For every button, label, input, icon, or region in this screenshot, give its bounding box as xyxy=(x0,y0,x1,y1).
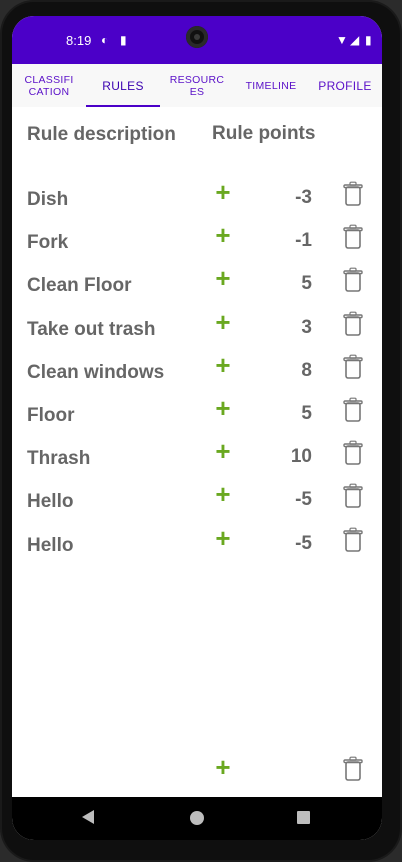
rule-points[interactable]: 8 xyxy=(252,360,312,382)
rule-description[interactable]: Hello xyxy=(27,535,73,557)
tab-profile-label: PROFILE xyxy=(318,78,372,93)
rule-points[interactable]: -1 xyxy=(252,230,312,252)
delete-rule-button[interactable] xyxy=(342,397,364,423)
delete-rule-button[interactable] xyxy=(342,483,364,509)
recents-icon[interactable] xyxy=(297,811,310,824)
rule-description[interactable]: Clean Floor xyxy=(27,275,132,297)
tab-classification-label: CLASSIFI CATION xyxy=(24,73,74,98)
add-points-button[interactable]: + xyxy=(212,438,234,464)
add-points-button[interactable]: + xyxy=(212,309,234,335)
rule-points[interactable]: -3 xyxy=(252,187,312,209)
rule-description[interactable]: Dish xyxy=(27,189,68,211)
delete-rule-button[interactable] xyxy=(342,267,364,293)
add-points-button[interactable]: + xyxy=(212,265,234,291)
rule-points[interactable]: -5 xyxy=(252,533,312,555)
trash-icon xyxy=(343,756,363,781)
rule-points[interactable]: 5 xyxy=(252,273,312,295)
rule-description[interactable]: Floor xyxy=(27,405,75,427)
back-icon[interactable] xyxy=(82,810,94,824)
rule-points[interactable]: 10 xyxy=(252,446,312,468)
device-frame: 8:19 ◐ ▮ ▼ ◢ ▮ CLASSIFI CATION RULES RES… xyxy=(0,0,402,862)
trash-icon xyxy=(343,354,363,379)
add-points-button[interactable]: + xyxy=(212,352,234,378)
sd-card-icon: ▮ xyxy=(120,33,127,47)
add-points-button[interactable]: + xyxy=(212,179,234,205)
tab-bar: CLASSIFI CATION RULES RESOURC ES TIMELIN… xyxy=(12,64,382,107)
tab-resources-label: RESOURC ES xyxy=(169,73,225,98)
tab-profile[interactable]: PROFILE xyxy=(308,64,382,107)
status-bar: 8:19 ◐ ▮ ▼ ◢ ▮ xyxy=(12,16,382,64)
delete-rule-button[interactable] xyxy=(342,527,364,553)
rule-points[interactable]: 5 xyxy=(252,403,312,425)
delete-rule-button[interactable] xyxy=(342,224,364,250)
trash-icon xyxy=(343,311,363,336)
delete-rule-button[interactable] xyxy=(342,440,364,466)
tab-rules-label: RULES xyxy=(102,78,144,93)
screen: 8:19 ◐ ▮ ▼ ◢ ▮ CLASSIFI CATION RULES RES… xyxy=(12,16,382,840)
add-points-button[interactable]: + xyxy=(212,525,234,551)
signal-icon: ◢ xyxy=(350,33,360,47)
delete-rule-button[interactable] xyxy=(342,354,364,380)
rule-points[interactable]: -5 xyxy=(252,489,312,511)
column-header-description: Rule description xyxy=(27,124,176,145)
column-header-points: Rule points xyxy=(212,123,316,144)
home-icon[interactable] xyxy=(190,811,204,825)
rule-row: Thrash +10 xyxy=(12,438,382,480)
trash-icon xyxy=(343,440,363,465)
trash-icon xyxy=(343,224,363,249)
tab-rules[interactable]: RULES xyxy=(86,64,160,107)
data-saver-icon: ◐ xyxy=(101,33,109,47)
rule-row: Clean Floor +5 xyxy=(12,265,382,307)
rule-description[interactable]: Fork xyxy=(27,232,68,254)
tab-resources[interactable]: RESOURC ES xyxy=(160,64,234,107)
trash-icon xyxy=(343,483,363,509)
rule-description[interactable]: Hello xyxy=(27,491,73,513)
battery-icon: ▮ xyxy=(365,33,372,47)
add-points-button[interactable]: + xyxy=(212,481,234,507)
tab-timeline[interactable]: TIMELINE xyxy=(234,64,308,107)
trash-icon xyxy=(343,527,363,552)
trash-icon xyxy=(343,267,363,293)
rule-row: Floor +5 xyxy=(12,395,382,437)
status-time: 8:19 xyxy=(66,33,92,48)
trash-icon xyxy=(343,397,363,422)
rule-description[interactable]: Take out trash xyxy=(27,319,155,341)
rule-row: Take out trash +3 xyxy=(12,309,382,351)
delete-rule-button[interactable] xyxy=(342,181,364,207)
delete-rule-button[interactable] xyxy=(342,311,364,337)
trash-icon xyxy=(343,181,363,206)
rule-points[interactable]: 3 xyxy=(252,317,312,339)
tab-timeline-label: TIMELINE xyxy=(245,79,297,92)
add-points-button[interactable]: + xyxy=(212,395,234,421)
rule-row: Clean windows +8 xyxy=(12,352,382,394)
add-points-button[interactable]: + xyxy=(212,222,234,248)
camera-cutout xyxy=(186,26,208,48)
tab-classification[interactable]: CLASSIFI CATION xyxy=(12,64,86,107)
system-nav-bar xyxy=(12,797,382,840)
wifi-icon: ▼ xyxy=(336,33,348,47)
add-rule-button[interactable]: + xyxy=(212,754,234,780)
rule-row: Hello + -5 xyxy=(12,481,382,523)
rule-description[interactable]: Thrash xyxy=(27,448,90,470)
rule-row: Fork + -1 xyxy=(12,222,382,264)
rule-row: Dish + -3 xyxy=(12,179,382,221)
rule-description[interactable]: Clean windows xyxy=(27,362,164,384)
new-rule-row: + xyxy=(12,754,382,796)
delete-new-rule-button[interactable] xyxy=(342,756,364,782)
rule-row: Hello + -5 xyxy=(12,525,382,567)
